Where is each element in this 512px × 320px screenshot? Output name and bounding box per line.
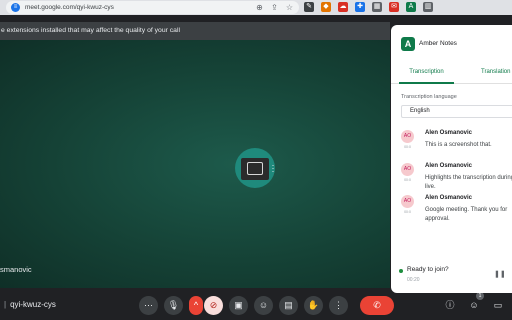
panel-tabs: Transcription Translation <box>391 64 512 84</box>
translate-icon[interactable]: ⊕ <box>255 2 264 13</box>
speaker-avatar: AO <box>401 195 414 208</box>
cloud-extension-icon[interactable]: ☁ <box>338 2 348 12</box>
present-screen-icon[interactable]: ▣ <box>229 296 248 315</box>
monitor-icon <box>247 162 263 175</box>
speaker-avatar: AO <box>401 130 414 143</box>
amber-logo-icon: A <box>401 37 415 51</box>
speaker-avatar: AO <box>401 163 414 176</box>
pause-icon[interactable]: ❚❚ <box>494 270 506 278</box>
meeting-code-text: qyi-kwuz-cys <box>10 300 56 309</box>
ready-text: Ready to join? <box>407 266 449 273</box>
participant-avatar <box>235 148 275 188</box>
status-dot-icon <box>399 269 403 273</box>
people-count-badge: 1 <box>476 292 484 300</box>
camera-off-icon[interactable]: ⊘ <box>204 296 223 315</box>
tab-translation[interactable]: Translation <box>481 64 510 80</box>
people-icon[interactable]: ☺ <box>468 299 480 311</box>
tile-options-icon[interactable]: · · · <box>270 161 276 176</box>
transcript-text: Google meeting. Thank you for approval. <box>425 207 508 222</box>
speaker-name: Alen Osmanovic <box>425 130 473 136</box>
banner-text: e extensions installed that may affect t… <box>1 27 180 34</box>
entry-timestamp: 00:0 <box>404 210 411 214</box>
more-button[interactable]: ⋯ <box>139 296 158 315</box>
mail-extension-icon[interactable]: ✉ <box>389 2 399 12</box>
app-root: ≡ meet.google.com/qyi-kwuz-cys ⊕ ⇪ ☆ ✎ ◆ ☁… <box>0 0 512 320</box>
more-options-icon[interactable]: ⋮ <box>329 296 348 315</box>
language-label: Transcription language <box>401 94 457 100</box>
chat-icon[interactable]: ▭ <box>492 299 504 311</box>
panel-title: Amber Notes <box>419 40 457 47</box>
emoji-icon[interactable]: ☺ <box>254 296 273 315</box>
speaker-name: Alen Osmanovic <box>425 195 473 201</box>
browser-toolbar: ≡ meet.google.com/qyi-kwuz-cys ⊕ ⇪ ☆ ✎ ◆ ☁… <box>0 0 512 15</box>
tag-extension-icon[interactable]: ◆ <box>321 2 331 12</box>
share-icon[interactable]: ⇪ <box>270 2 279 13</box>
extensions-warning-banner: e extensions installed that may affect t… <box>0 22 390 40</box>
site-info-icon[interactable]: ≡ <box>11 3 20 12</box>
amber-extension-icon[interactable]: A <box>406 2 416 12</box>
amber-notes-panel: A Amber Notes Transcription Translation … <box>391 25 512 293</box>
meeting-code: | qyi-kwuz-cys <box>4 300 56 309</box>
speaker-name: Alen Osmanovic <box>425 163 473 169</box>
ready-time: 00:20 <box>407 277 420 283</box>
grid-extension-icon[interactable]: ▦ <box>372 2 382 12</box>
camera-options-chevron-icon[interactable]: ^ <box>189 296 203 315</box>
pen-extension-icon[interactable]: ✎ <box>304 2 314 12</box>
entry-timestamp: 00:0 <box>404 178 411 182</box>
star-icon[interactable]: ☆ <box>285 2 294 13</box>
video-stage: · · · smanovic <box>0 40 390 288</box>
extensions-bar: ✎ ◆ ☁ ✚ ▦ ✉ A ▥ <box>304 2 433 12</box>
raise-hand-icon[interactable]: ✋ <box>304 296 323 315</box>
participant-name: smanovic <box>0 265 32 274</box>
microphone-icon[interactable]: 🎙 <box>164 296 183 315</box>
separator: | <box>4 300 7 309</box>
transcript-text: This is a screenshot that. <box>425 142 492 148</box>
meeting-info-icon[interactable]: ⓘ <box>444 299 456 311</box>
language-select[interactable]: English <box>401 105 512 118</box>
ready-status: Ready to join? 00:20 ❚❚ <box>399 265 512 285</box>
puzzle-extension-icon[interactable]: ✚ <box>355 2 365 12</box>
url-text[interactable]: meet.google.com/qyi-kwuz-cys <box>25 4 114 11</box>
captions-icon[interactable]: ▤ <box>279 296 298 315</box>
sidepanel-icon[interactable]: ▥ <box>423 2 433 12</box>
end-call-button[interactable]: ✆ <box>360 296 394 315</box>
tab-transcription[interactable]: Transcription <box>399 64 454 84</box>
entry-timestamp: 00:0 <box>404 145 411 149</box>
transcript-text: Highlights the transcription during live… <box>425 175 512 190</box>
